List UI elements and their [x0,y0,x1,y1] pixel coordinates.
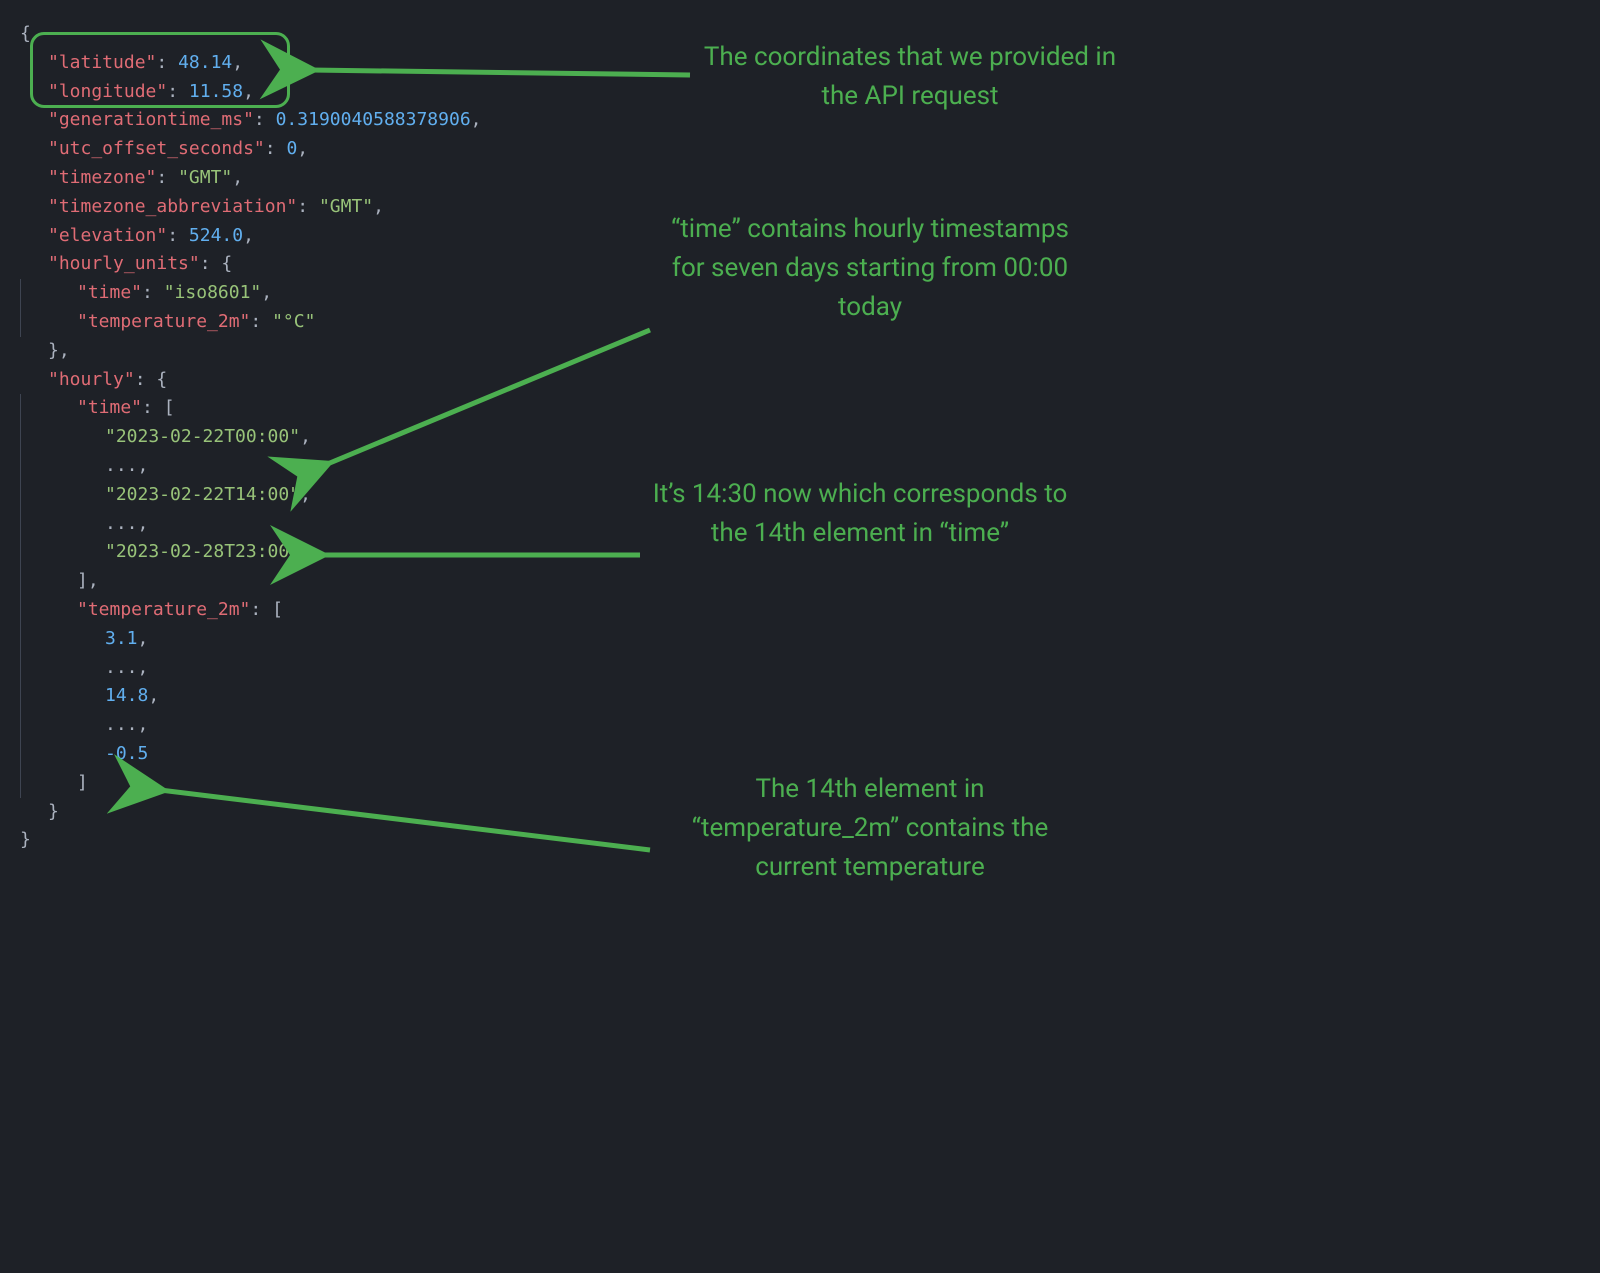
annotation-time: “time” contains hourly timestamps for se… [660,210,1080,327]
line-temp-key: "temperature_2m": [ [20,596,1580,625]
line-hu-close: }, [20,337,1580,366]
line-temp-e2: ..., [20,711,1580,740]
line-time-0: "2023-02-22T00:00", [20,423,1580,452]
annotation-14th: It’s 14:30 now which corresponds to the … [650,475,1070,553]
line-time-key: "time": [ [20,394,1580,423]
line-temp-14: 14.8, [20,682,1580,711]
json-code-block: { "latitude": 48.14, "longitude": 11.58,… [20,20,1580,855]
annotation-coords: The coordinates that we provided in the … [700,38,1120,116]
line-temp-last: -0.5 [20,740,1580,769]
line-utc: "utc_offset_seconds": 0, [20,135,1580,164]
line-tz: "timezone": "GMT", [20,164,1580,193]
line-temp-e1: ..., [20,654,1580,683]
line-time-close: ], [20,567,1580,596]
line-temp-0: 3.1, [20,625,1580,654]
annotation-temp: The 14th element in “temperature_2m” con… [660,770,1080,887]
line-hourly: "hourly": { [20,366,1580,395]
